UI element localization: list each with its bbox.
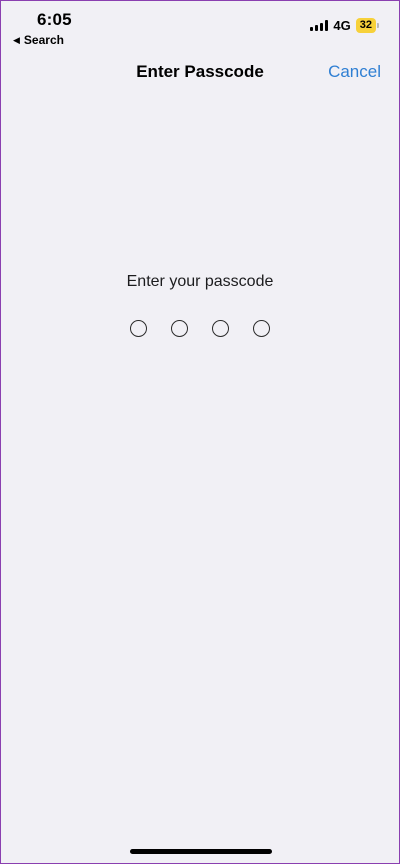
battery-level: 32	[355, 18, 376, 33]
home-indicator[interactable]	[130, 849, 272, 854]
passcode-digit-3	[212, 320, 229, 337]
passcode-digit-4	[253, 320, 270, 337]
network-type: 4G	[333, 18, 351, 33]
cancel-button[interactable]: Cancel	[328, 62, 381, 82]
status-time: 6:05	[37, 10, 72, 29]
back-triangle-icon: ◀	[13, 34, 20, 45]
passcode-prompt: Enter your passcode	[126, 273, 274, 290]
status-indicators: 4G 32	[310, 18, 379, 33]
passcode-digit-1	[130, 320, 147, 337]
passcode-entry-field[interactable]	[1, 320, 399, 337]
back-to-search-link[interactable]: ◀ Search	[13, 33, 64, 47]
battery-tip	[377, 23, 379, 28]
passcode-screen: 6:05 ◀ Search 4G 32 Enter Passcode Cance…	[0, 0, 400, 864]
back-to-search-label: Search	[23, 33, 64, 47]
cellular-signal-icon	[310, 20, 329, 31]
status-bar: 6:05 ◀ Search 4G 32	[1, 1, 399, 53]
navigation-bar: Enter Passcode Cancel	[1, 53, 399, 93]
passcode-digit-2	[171, 320, 188, 337]
battery-icon: 32	[355, 18, 379, 33]
